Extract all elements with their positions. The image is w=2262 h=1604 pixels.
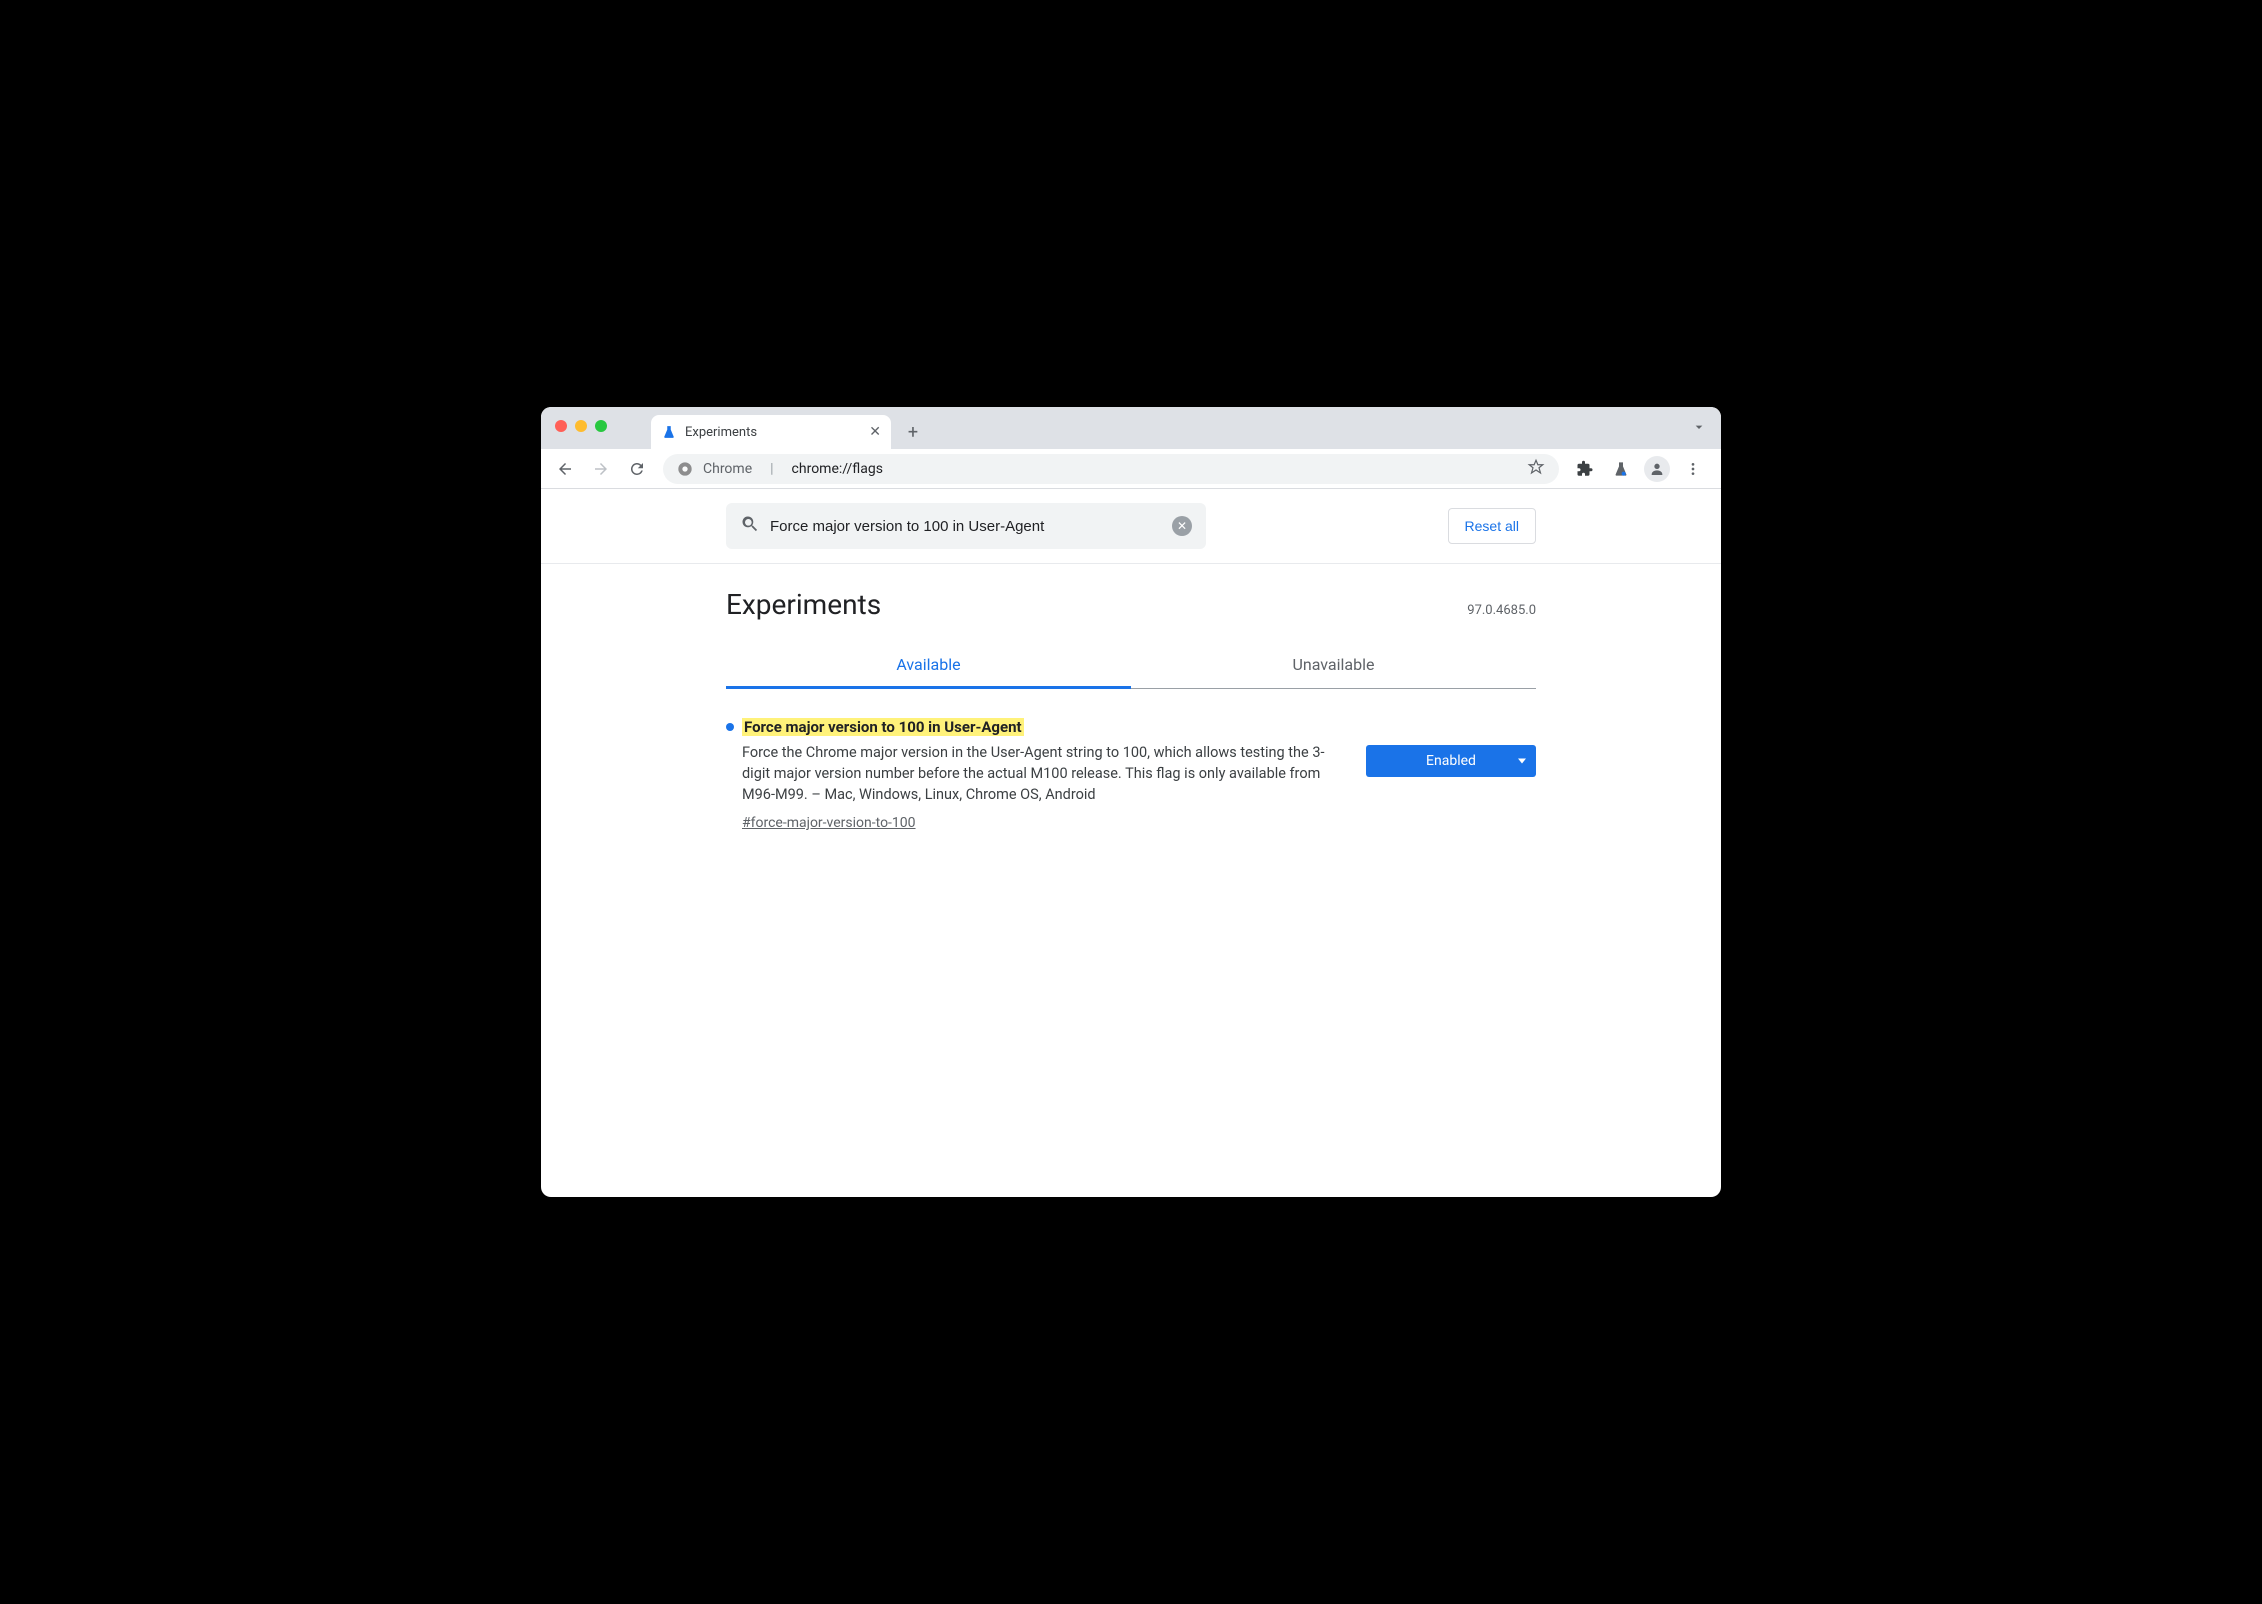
experiment-state-select[interactable]: Enabled [1366,745,1536,777]
traffic-lights [555,420,607,432]
experiment-description: Force the Chrome major version in the Us… [742,742,1342,805]
page-content: ✕ Reset all Experiments 97.0.4685.0 Avai… [541,489,1721,1197]
experiment-hash-link[interactable]: #force-major-version-to-100 [742,815,916,831]
tabs-overflow-icon[interactable] [1691,419,1707,439]
search-wrap: ✕ Reset all [726,503,1536,549]
tab-close-icon[interactable]: ✕ [869,424,881,440]
window-minimize-button[interactable] [575,420,587,432]
chrome-version: 97.0.4685.0 [1467,603,1536,618]
search-icon [740,514,760,538]
window-close-button[interactable] [555,420,567,432]
experiment-body: Force major version to 100 in User-Agent… [726,717,1342,831]
flags-search-box: ✕ [726,503,1206,549]
extensions-icon[interactable] [1569,453,1601,485]
browser-tabs: Experiments ✕ + [651,407,927,449]
search-row: ✕ Reset all [541,489,1721,564]
labs-icon[interactable] [1605,453,1637,485]
url-origin: Chrome [703,461,752,477]
experiment-title: Force major version to 100 in User-Agent [742,718,1024,736]
bookmark-star-icon[interactable] [1527,458,1545,480]
select-value: Enabled [1426,753,1476,769]
forward-button[interactable] [585,453,617,485]
window-maximize-button[interactable] [595,420,607,432]
url-path: chrome://flags [792,461,883,477]
flags-search-input[interactable] [770,518,1162,535]
modified-dot-icon [726,723,734,731]
titlebar: Experiments ✕ + [541,407,1721,449]
tab-title: Experiments [685,425,757,440]
page-header: Experiments 97.0.4685.0 [726,588,1536,621]
menu-button[interactable] [1677,453,1709,485]
clear-search-icon[interactable]: ✕ [1172,516,1192,536]
tab-available[interactable]: Available [726,641,1131,688]
reset-all-button[interactable]: Reset all [1448,508,1536,544]
tab-unavailable[interactable]: Unavailable [1131,641,1536,688]
url-separator: | [770,461,773,477]
main: Experiments 97.0.4685.0 Available Unavai… [726,564,1536,831]
flag-tabs: Available Unavailable [726,641,1536,689]
reload-button[interactable] [621,453,653,485]
back-button[interactable] [549,453,581,485]
profile-button[interactable] [1641,453,1673,485]
new-tab-button[interactable]: + [899,418,927,446]
browser-toolbar: Chrome | chrome://flags [541,449,1721,489]
toolbar-right [1569,453,1713,485]
page-title: Experiments [726,588,881,621]
browser-window: Experiments ✕ + Chrome | chrome://flags [541,407,1721,1197]
chrome-icon [677,461,693,477]
avatar-icon [1644,456,1670,482]
flask-icon [661,424,677,440]
experiment-row: Force major version to 100 in User-Agent… [726,689,1536,831]
browser-tab-active[interactable]: Experiments ✕ [651,415,891,449]
address-bar[interactable]: Chrome | chrome://flags [663,454,1559,484]
